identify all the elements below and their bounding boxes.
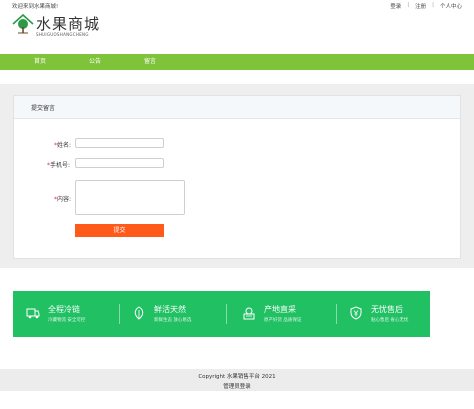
admin-login-link[interactable]: 管理员登录: [0, 382, 474, 390]
main-nav: 首页 公告 留言: [0, 54, 474, 70]
phone-input[interactable]: [75, 158, 164, 168]
site-name: 水果商城: [36, 15, 101, 33]
nav-home[interactable]: 首页: [34, 54, 46, 70]
feature-divider: [119, 304, 120, 324]
name-input[interactable]: [75, 138, 164, 148]
feature-title: 产地直采: [264, 305, 296, 314]
name-label-text: 姓名:: [57, 142, 72, 149]
features-banner: 全程冷链 冷藏物流 安全可控 鲜活天然 新鲜生态 放心易选 产地直采 原产好货 …: [13, 291, 430, 337]
panel-title: 提交留言: [31, 105, 56, 112]
submit-button[interactable]: 提交: [75, 224, 164, 237]
feature-subtitle: 冷藏物流 安全可控: [48, 318, 86, 323]
nav-message[interactable]: 留言: [144, 54, 156, 70]
copyright-text: Copyright 水果销售平台 2021: [198, 374, 276, 380]
feature-subtitle: 新鲜生态 放心易选: [154, 318, 192, 323]
tree-house-icon: [12, 13, 34, 34]
feature-title: 鲜活天然: [154, 305, 186, 314]
feature-title: 无忧售后: [371, 305, 403, 314]
content-label-text: 内容:: [57, 196, 72, 203]
top-links: 登录 | 注册 | 个人中心: [384, 2, 468, 10]
yen-icon: [350, 306, 362, 320]
name-label: *姓名:: [54, 140, 71, 149]
site-pinyin: SHUIGUOSHANGCHENG: [36, 32, 89, 37]
panel-header: 提交留言: [14, 96, 460, 119]
site-logo[interactable]: 水果商城 SHUIGUOSHANGCHENG: [12, 13, 152, 37]
user-center-link[interactable]: 个人中心: [434, 2, 468, 10]
nav-notice[interactable]: 公告: [89, 54, 101, 70]
basket-icon: [243, 307, 255, 320]
content-label: *内容:: [54, 194, 71, 203]
welcome-text: 欢迎来到水果商城!: [12, 4, 59, 10]
feature-divider: [336, 304, 337, 324]
phone-label-text: 手机号:: [50, 162, 71, 169]
feature-subtitle: 原产好货 品质保证: [264, 318, 302, 323]
truck-icon: [26, 308, 40, 319]
phone-label: *手机号:: [47, 160, 70, 169]
feature-title: 全程冷链: [48, 305, 80, 314]
feature-divider: [226, 304, 227, 324]
top-bar: 欢迎来到水果商城! 登录 | 注册 | 个人中心: [0, 0, 474, 10]
feature-subtitle: 贴心售后 省心无忧: [371, 318, 409, 323]
content-textarea[interactable]: [75, 180, 185, 215]
register-link[interactable]: 注册: [409, 2, 432, 10]
login-link[interactable]: 登录: [384, 2, 407, 10]
leaf-icon: [134, 306, 144, 320]
